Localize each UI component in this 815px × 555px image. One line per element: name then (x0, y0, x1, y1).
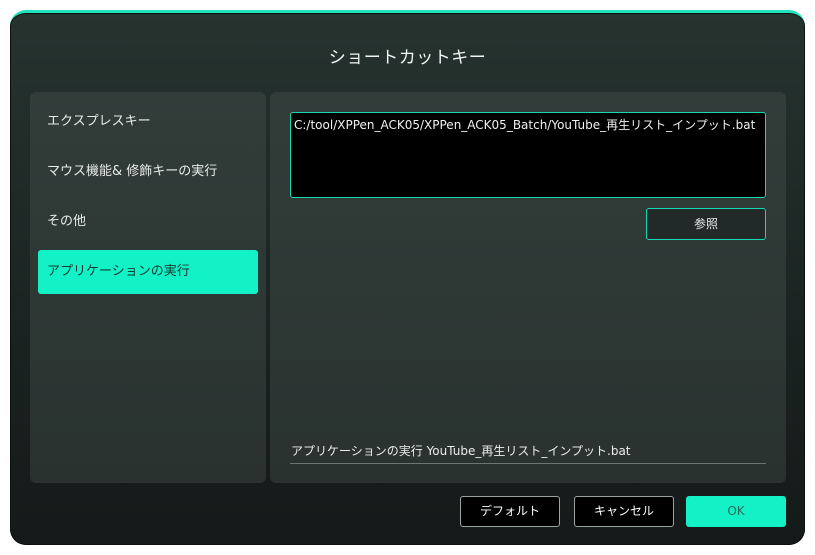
default-button[interactable]: デフォルト (460, 496, 560, 527)
sidebar-item-run-application[interactable]: アプリケーションの実行 (38, 250, 258, 294)
sidebar-item-mouse-modifier[interactable]: マウス機能& 修飾キーの実行 (38, 150, 258, 194)
cancel-button[interactable]: キャンセル (574, 496, 674, 527)
dialog-title: ショートカットキー (328, 48, 487, 68)
settings-panel: C:/tool/XPPen_ACK05/XPPen_ACK05_Batch/Yo… (270, 92, 786, 483)
sidebar-item-other[interactable]: その他 (38, 200, 258, 244)
ok-button[interactable]: OK (686, 496, 786, 527)
application-path-field[interactable]: C:/tool/XPPen_ACK05/XPPen_ACK05_Batch/Yo… (290, 112, 766, 198)
browse-button[interactable]: 参照 (646, 208, 766, 240)
shortcut-key-dialog: ショートカットキー エクスプレスキー マウス機能& 修飾キーの実行 その他 アプ… (10, 10, 805, 545)
sidebar: エクスプレスキー マウス機能& 修飾キーの実行 その他 アプリケーションの実行 (30, 92, 266, 483)
shortcut-name-field[interactable]: アプリケーションの実行 YouTube_再生リスト_インプット.bat (290, 442, 766, 464)
sidebar-item-express-keys[interactable]: エクスプレスキー (38, 100, 258, 144)
